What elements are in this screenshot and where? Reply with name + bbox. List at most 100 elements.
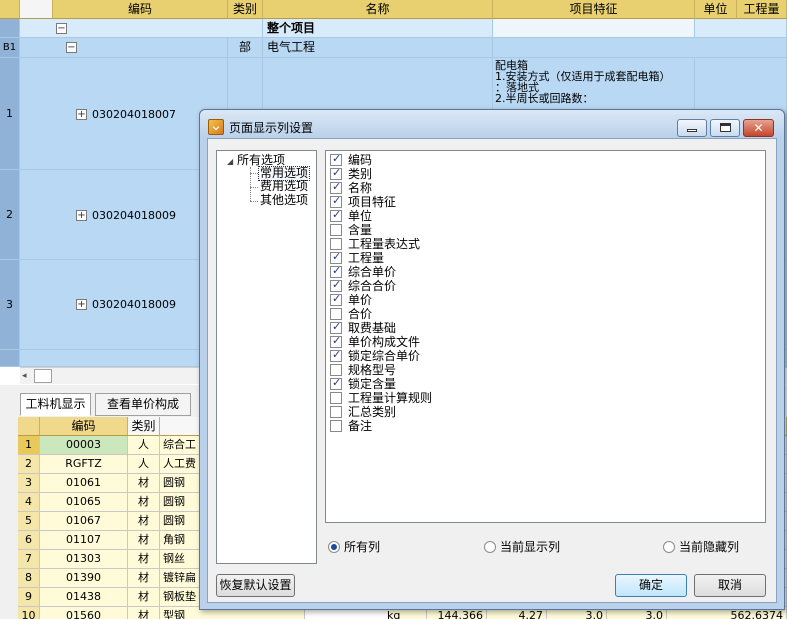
column-option-row[interactable]: ✓ 锁定含量 — [330, 376, 530, 391]
cell-code: + 030204018009 — [20, 170, 228, 260]
checkbox-label[interactable]: 单价 — [348, 293, 372, 307]
checkbox[interactable] — [330, 308, 342, 320]
checkbox-label[interactable]: 锁定综合单价 — [348, 349, 420, 363]
column-option-row[interactable]: ✓ 工程量 — [330, 250, 530, 265]
checkbox[interactable] — [330, 364, 342, 376]
checkbox-label[interactable]: 锁定含量 — [348, 377, 396, 391]
column-option-row[interactable]: 备注 — [330, 419, 530, 433]
close-button[interactable]: ✕ — [743, 119, 774, 137]
scroll-thumb[interactable] — [34, 369, 52, 383]
checkbox[interactable]: ✓ — [330, 166, 342, 180]
checkbox[interactable]: ✓ — [330, 334, 342, 348]
checkbox-label[interactable]: 合价 — [348, 307, 372, 321]
checkbox[interactable]: ✓ — [330, 320, 342, 334]
checkbox-label[interactable]: 编码 — [348, 153, 372, 167]
column-option-row[interactable]: 规格型号 — [330, 363, 530, 377]
ok-button[interactable]: 确定 — [615, 574, 687, 597]
column-option-row[interactable]: ✓ 类别 — [330, 166, 530, 181]
checkbox-label[interactable]: 综合合价 — [348, 279, 396, 293]
restore-defaults-button[interactable]: 恢复默认设置 — [216, 574, 295, 597]
checkbox-label[interactable]: 名称 — [348, 181, 372, 195]
checkbox[interactable] — [330, 392, 342, 404]
column-option-row[interactable]: ✓ 综合合价 — [330, 278, 530, 293]
splitter[interactable] — [318, 150, 324, 564]
checkbox[interactable]: ✓ — [330, 292, 342, 306]
checkbox[interactable] — [330, 224, 342, 236]
collapse-icon[interactable]: − — [56, 23, 67, 34]
column-option-row[interactable]: 工程量表达式 — [330, 237, 530, 251]
radio-shown-columns[interactable] — [484, 541, 496, 553]
checkbox[interactable]: ✓ — [330, 250, 342, 264]
column-option-row[interactable]: 工程量计算规则 — [330, 391, 530, 405]
checkbox[interactable]: ✓ — [330, 376, 342, 390]
column-option-row[interactable]: ✓ 综合单价 — [330, 264, 530, 279]
minimize-button[interactable] — [677, 119, 707, 137]
column-header-code[interactable]: 编码 — [53, 0, 228, 19]
radio-label-shown[interactable]: 当前显示列 — [500, 540, 560, 554]
column-header-unit[interactable]: 单位 — [695, 0, 737, 19]
column-header-type[interactable]: 类别 — [228, 0, 263, 19]
checkbox-label[interactable]: 类别 — [348, 167, 372, 181]
checkbox[interactable]: ✓ — [330, 152, 342, 166]
column-option-row[interactable]: ✓ 名称 — [330, 180, 530, 195]
checkbox-label[interactable]: 规格型号 — [348, 363, 396, 377]
expand-icon[interactable]: + — [76, 109, 87, 120]
tree-connector — [250, 173, 258, 174]
column-header-name[interactable]: 名称 — [263, 0, 493, 19]
tab-unit-price-composition[interactable]: 查看单价构成 — [95, 393, 191, 416]
checkbox[interactable]: ✓ — [330, 278, 342, 292]
column-option-row[interactable]: ✓ 取费基础 — [330, 320, 530, 335]
checkbox-label[interactable]: 单位 — [348, 209, 372, 223]
checkbox[interactable] — [330, 238, 342, 250]
table-row-b1[interactable]: B1 − 部 电气工程 — [0, 38, 787, 58]
checkbox-label[interactable]: 备注 — [348, 419, 372, 433]
column-option-row[interactable]: 汇总类别 — [330, 405, 530, 419]
table-row-whole-project[interactable]: − 整个项目 — [0, 19, 787, 38]
checkbox-label[interactable]: 综合单价 — [348, 265, 396, 279]
column-header-qty[interactable]: 工程量 — [737, 0, 787, 19]
radio-label-all[interactable]: 所有列 — [344, 540, 380, 554]
checkbox[interactable]: ✓ — [330, 180, 342, 194]
checkbox-label[interactable]: 单价构成文件 — [348, 335, 420, 349]
column-option-row[interactable]: ✓ 单价 — [330, 292, 530, 307]
row-number: 1 — [0, 58, 20, 170]
checkbox[interactable]: ✓ — [330, 208, 342, 222]
column-option-row[interactable]: 合价 — [330, 307, 530, 321]
radio-hidden-columns[interactable] — [663, 541, 675, 553]
column-option-row[interactable]: ✓ 编码 — [330, 152, 530, 167]
checkbox-label[interactable]: 汇总类别 — [348, 405, 396, 419]
checkbox-label[interactable]: 工程量 — [348, 251, 384, 265]
checkbox[interactable] — [330, 420, 342, 432]
checkbox[interactable]: ✓ — [330, 264, 342, 278]
checkbox-label[interactable]: 含量 — [348, 223, 372, 237]
cell-code: 01061 — [40, 474, 128, 493]
checkbox-label[interactable]: 取费基础 — [348, 321, 396, 335]
maximize-button[interactable] — [710, 119, 740, 137]
column-header-code[interactable]: 编码 — [40, 417, 128, 436]
checkbox[interactable] — [330, 406, 342, 418]
tab-resource-display[interactable]: 工料机显示 — [20, 393, 91, 416]
column-option-row[interactable]: 含量 — [330, 223, 530, 237]
cancel-button[interactable]: 取消 — [694, 574, 766, 597]
expand-icon[interactable]: + — [76, 210, 87, 221]
row-number: 9 — [18, 588, 40, 607]
column-header-type[interactable]: 类别 — [128, 417, 160, 436]
expand-icon[interactable]: + — [76, 299, 87, 310]
radio-all-columns[interactable] — [328, 541, 340, 553]
scroll-left-icon[interactable]: ◂ — [22, 371, 27, 381]
column-option-row[interactable]: ✓ 单价构成文件 — [330, 334, 530, 349]
column-header-feature[interactable]: 项目特征 — [493, 0, 695, 19]
column-option-row[interactable]: ✓ 锁定综合单价 — [330, 348, 530, 363]
checkbox[interactable]: ✓ — [330, 348, 342, 362]
dialog-title-bar[interactable]: 页面显示列设置 ✕ — [200, 110, 784, 138]
checkbox-label[interactable]: 项目特征 — [348, 195, 396, 209]
collapse-icon[interactable]: − — [66, 42, 77, 53]
tree-item-fees[interactable]: 费用选项 — [260, 180, 308, 193]
checkbox-label[interactable]: 工程量计算规则 — [348, 391, 432, 405]
checkbox[interactable]: ✓ — [330, 194, 342, 208]
tree-item-other[interactable]: 其他选项 — [260, 194, 308, 207]
column-option-row[interactable]: ✓ 单位 — [330, 208, 530, 223]
radio-label-hidden[interactable]: 当前隐藏列 — [679, 540, 739, 554]
column-option-row[interactable]: ✓ 项目特征 — [330, 194, 530, 209]
checkbox-label[interactable]: 工程量表达式 — [348, 237, 420, 251]
